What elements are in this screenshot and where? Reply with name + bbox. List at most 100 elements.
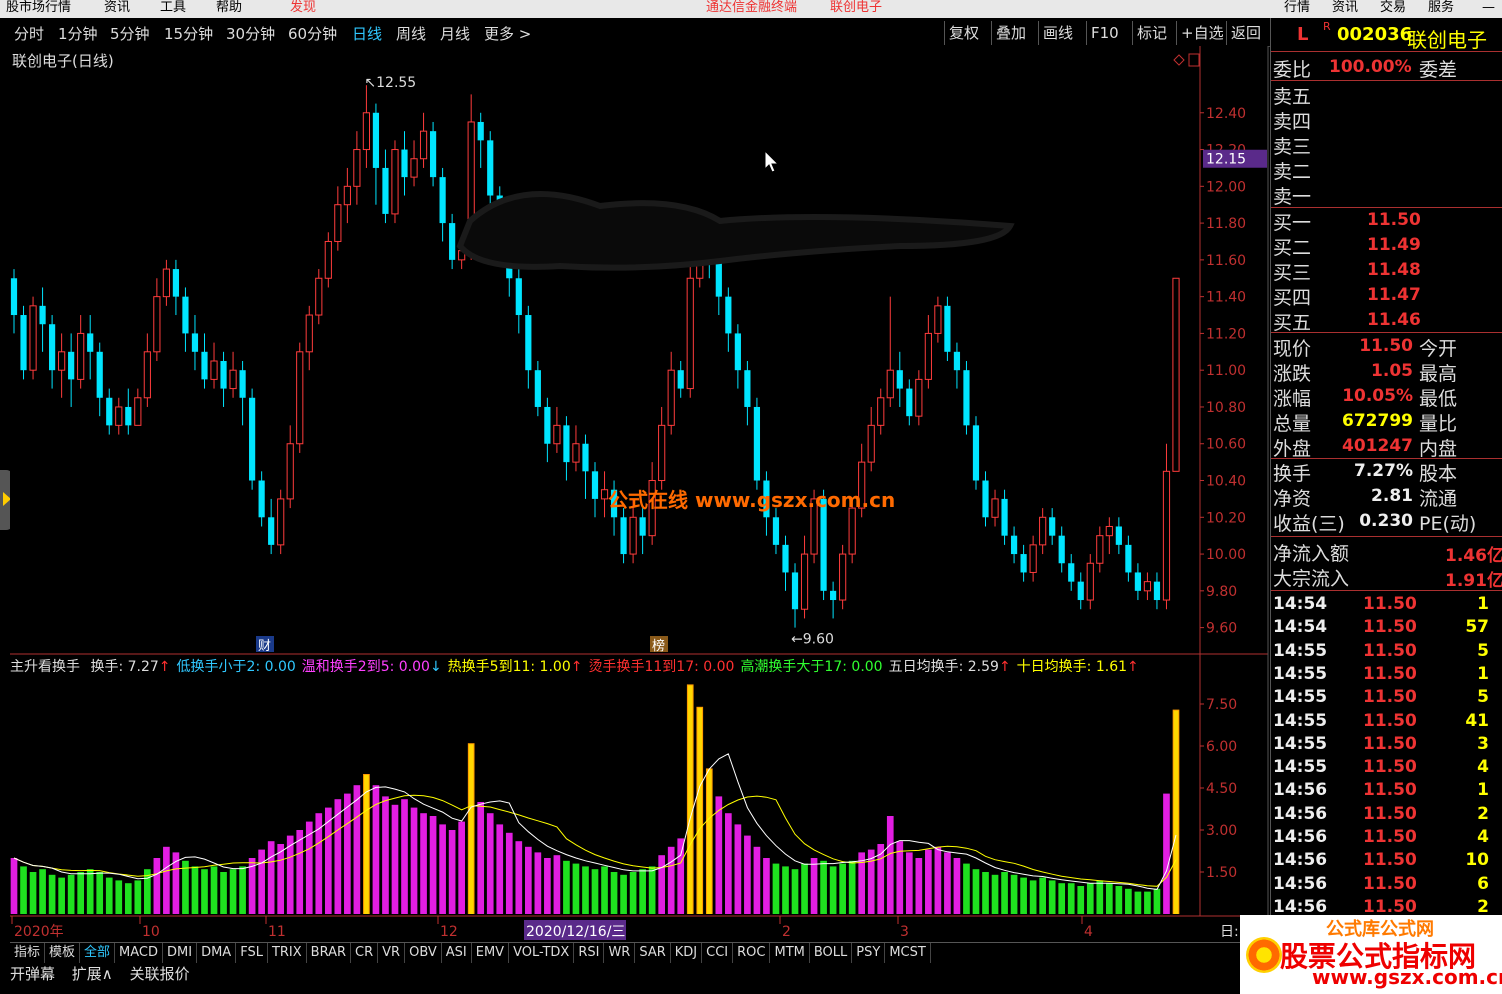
turnover-bar xyxy=(791,869,799,914)
candle-body xyxy=(182,296,189,334)
period-monthly[interactable]: 月线 xyxy=(440,23,470,44)
turnover-bar xyxy=(29,872,37,914)
period-1min[interactable]: 1分钟 xyxy=(58,23,98,44)
indicator-tab-模板[interactable]: 模板 xyxy=(45,943,81,963)
candle-body xyxy=(953,351,961,371)
candle-body xyxy=(906,388,913,417)
indicator-tab-mcst[interactable]: MCST xyxy=(885,943,931,963)
menu-quote[interactable]: 行情 xyxy=(1284,0,1310,16)
menu-tools[interactable]: 工具 xyxy=(160,0,186,16)
indicator-tab-psy[interactable]: PSY xyxy=(852,943,886,963)
tick-volume: 1 xyxy=(1477,594,1489,614)
turnover-bar xyxy=(458,821,465,914)
stat-row: 收益(三) 0.230 PE(动) xyxy=(1273,509,1501,535)
menu-info[interactable]: 资讯 xyxy=(1332,0,1358,16)
indicator-tab-dma[interactable]: DMA xyxy=(197,943,237,963)
indicator-tab-wr[interactable]: WR xyxy=(604,943,636,963)
candle-body xyxy=(172,269,180,297)
period-more[interactable]: 更多 > xyxy=(484,23,531,44)
back-button[interactable]: 返回 xyxy=(1226,21,1265,45)
period-5min[interactable]: 5分钟 xyxy=(110,23,150,44)
expand-button[interactable]: 扩展∧ xyxy=(72,963,113,984)
indicator-tab-kdj[interactable]: KDJ xyxy=(671,943,703,963)
period-daily[interactable]: 日线 xyxy=(352,23,382,44)
turnover-bar xyxy=(1020,877,1027,914)
menu-market[interactable]: 股市场行情 xyxy=(6,0,71,16)
indicator-name[interactable]: 主升看换手 xyxy=(10,659,80,675)
vol-axis-label: 7.50 xyxy=(1206,697,1237,713)
candle xyxy=(972,416,980,490)
candle-body xyxy=(77,332,85,380)
tick-row: 14:54 11.50 1 xyxy=(1273,594,1501,617)
turnover-bar xyxy=(687,685,693,914)
turnover-bar xyxy=(96,872,104,914)
period-30min[interactable]: 30分钟 xyxy=(226,23,275,44)
period-bar: 分时 1分钟 5分钟 15分钟 30分钟 60分钟 日线 周线 月线 更多 > xyxy=(0,18,1270,47)
stat-row: 外盘 401247 内盘 xyxy=(1273,434,1501,460)
cursor-price-label: 12.15 xyxy=(1206,152,1246,168)
add-watchlist-button[interactable]: +自选 xyxy=(1176,21,1228,45)
turnover-bar xyxy=(210,866,218,914)
turnover-bar xyxy=(620,874,627,914)
period-15min[interactable]: 15分钟 xyxy=(164,23,213,44)
indicator-tab-macd[interactable]: MACD xyxy=(115,943,164,963)
tick-price: 11.50 xyxy=(1363,640,1417,661)
candle-body xyxy=(10,278,18,316)
indicator-tab-obv[interactable]: OBV xyxy=(405,943,442,963)
draw-button[interactable]: 画线 xyxy=(1038,21,1077,45)
turnover-bar xyxy=(820,860,827,914)
menu-discover[interactable]: 发现 xyxy=(290,0,316,16)
indicator-tab-fsl[interactable]: FSL xyxy=(236,943,268,963)
indicator-tab-trix[interactable]: TRIX xyxy=(268,943,307,963)
candle xyxy=(429,121,437,187)
period-60min[interactable]: 60分钟 xyxy=(288,23,337,44)
fuquan-button[interactable]: 复权 xyxy=(944,21,983,45)
indicator-tab-mtm[interactable]: MTM xyxy=(770,943,810,963)
period-timeshare[interactable]: 分时 xyxy=(14,23,44,44)
candle-body xyxy=(896,370,903,389)
indicator-tab-cci[interactable]: CCI xyxy=(702,943,734,963)
indicator-tab-cr[interactable]: CR xyxy=(351,943,379,963)
candle-body xyxy=(258,480,265,518)
stat-value: 2.81 xyxy=(1371,486,1413,506)
turnover-bar xyxy=(115,880,123,914)
menu-service[interactable]: 服务 xyxy=(1428,0,1454,16)
indicator-tab-rsi[interactable]: RSI xyxy=(574,943,605,963)
overlay-button[interactable]: 叠加 xyxy=(991,21,1030,45)
menu-news[interactable]: 资讯 xyxy=(104,0,130,16)
candle xyxy=(20,305,27,380)
candle-body xyxy=(277,498,285,546)
indicator-tab-brar[interactable]: BRAR xyxy=(307,943,352,963)
indicator-tab-全部[interactable]: 全部 xyxy=(80,943,116,963)
stat-value: 11.50 xyxy=(1359,336,1413,356)
indicator-tab-vol-tdx[interactable]: VOL-TDX xyxy=(509,943,575,963)
price-axis-label: 9.60 xyxy=(1206,621,1237,637)
indicator-legend-item: 温和换手2到5: 0.00↓ xyxy=(302,659,442,675)
indicator-tab-vr[interactable]: VR xyxy=(378,943,406,963)
indicator-tab-dmi[interactable]: DMI xyxy=(163,943,198,963)
candle-body xyxy=(39,305,46,325)
turnover-bar xyxy=(953,858,961,914)
candle-body xyxy=(867,424,875,463)
menu-help[interactable]: 帮助 xyxy=(216,0,242,16)
candle-body xyxy=(677,370,684,389)
stock-header: L R 002036 联创电子 xyxy=(1273,20,1501,52)
period-weekly[interactable]: 周线 xyxy=(396,23,426,44)
indicator-tab-roc[interactable]: ROC xyxy=(733,943,771,963)
danmaku-button[interactable]: 开弹幕 xyxy=(10,963,55,984)
indicator-tab-指标[interactable]: 指标 xyxy=(10,943,46,963)
turnover-bar xyxy=(220,872,227,914)
minimize-icon[interactable]: — xyxy=(1482,0,1495,16)
f10-button[interactable]: F10 xyxy=(1086,21,1123,45)
indicator-tab-boll[interactable]: BOLL xyxy=(810,943,853,963)
indicator-tab-emv[interactable]: EMV xyxy=(472,943,510,963)
indicator-tab-asi[interactable]: ASI xyxy=(442,943,472,963)
menu-trade[interactable]: 交易 xyxy=(1380,0,1406,16)
candle-body xyxy=(362,112,371,151)
tick-time: 14:56 xyxy=(1273,780,1328,801)
candle-body xyxy=(877,397,885,426)
indicator-tab-sar[interactable]: SAR xyxy=(635,943,671,963)
related-quote-button[interactable]: 关联报价 xyxy=(130,963,190,984)
turnover-bar xyxy=(648,866,656,914)
mark-button[interactable]: 标记 xyxy=(1132,21,1171,45)
